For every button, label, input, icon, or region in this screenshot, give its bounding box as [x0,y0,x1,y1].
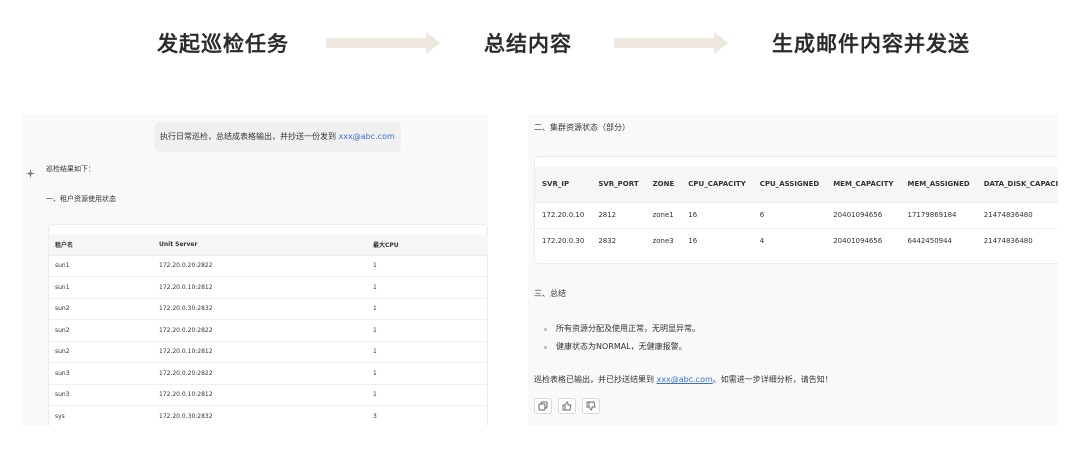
thumbs-down-icon [586,401,596,411]
copy-button[interactable] [534,398,552,414]
table-row: sys 172.20.0.30:2832 3 [49,405,488,426]
table-cell: 6442450944 [900,227,977,254]
table-header-row: SVR_IP SVR_PORT ZONE CPU_CAPACITY CPU_ASSIGN… [535,167,1058,202]
column-header: SVR_PORT [598,180,639,189]
copy-icon [538,401,548,411]
table-row: sun1 172.20.0.20:2822 1 [49,254,488,277]
table-cell: sun3 [49,362,153,384]
tenant-resource-table: 租户名 Unit Server 最大CPU sun1 172.20.0.20:28… [49,235,488,426]
table-cell: 1 [367,319,488,341]
table-cell: 20401094656 [826,201,901,228]
column-header: MEM_ASSIGNED [907,180,970,189]
column-header: MEM_CAPACITY [833,180,894,189]
list-item: 健康状态为NORMAL，无健康报警。 [542,338,700,356]
column-header: 最大CPU [373,242,399,250]
user-message-text: 执行日常巡检，总结成表格输出，并抄送一份发到 [160,132,339,141]
list-item: 所有资源分配及使用正常，无明显异常。 [542,320,700,338]
table-cell: 4 [752,227,827,254]
chat-panel-left: 执行日常巡检，总结成表格输出，并抄送一份发到 xxx@abc.com 巡检结果如… [22,114,488,426]
table-cell: 172.20.0.20:2822 [153,254,367,277]
table-cell: zone3 [645,227,682,254]
table-cell: 16 [681,201,753,228]
table-cell: 172.20.0.30:2832 [153,405,367,426]
table-row: 172.20.0.10 2812 zone1 16 6 20401094656 171798… [535,201,1058,228]
table-cell: sun2 [49,319,153,341]
table-cell: 1 [367,276,488,298]
closing-message: 巡检表格已输出，并已抄送结果到 xxx@abc.com。如需进一步详细分析，请告… [534,374,833,385]
table-cell: 21474836480 [976,227,1058,254]
column-header: SVR_IP [542,180,570,189]
column-header: Unit Server [159,241,198,249]
table-cell: 172.20.0.20:2822 [153,319,367,341]
table-row: sun1 172.20.0.10:2812 1 [49,276,488,298]
flow-arrow-icon [614,32,728,54]
section-title-cluster: 二、集群资源状态（部分） [534,123,630,132]
table-cell: 172.20.0.20:2822 [153,362,367,384]
section-title-tenant: 一、租户资源使用状态 [46,195,116,203]
result-intro: 巡检结果如下： [46,165,95,173]
table-cell: sun2 [49,297,153,320]
table-cell: 172.20.0.10:2812 [153,276,367,298]
table-cell: 16 [681,227,753,254]
column-header: 租户名 [55,242,74,250]
table-cell: 6 [752,201,827,228]
table-header-row: 租户名 Unit Server 最大CPU [49,235,488,255]
assistant-avatar-icon [26,169,35,181]
cluster-resource-table: SVR_IP SVR_PORT ZONE CPU_CAPACITY CPU_ASSIGN… [535,167,1058,254]
column-header: ZONE [652,180,675,189]
table-cell: sys [49,405,153,426]
thumbs-up-button[interactable] [558,398,576,414]
table-cell: 172.20.0.10 [535,201,592,228]
table-cell: zone1 [645,201,682,228]
table-cell: 2812 [591,201,646,228]
table-row: sun3 172.20.0.10:2812 1 [49,383,488,406]
table-cell: 172.20.0.30 [535,227,592,254]
flow-arrow-icon [326,32,440,54]
table-cell: sun3 [49,383,153,406]
table-cell: 1 [367,362,488,384]
table-cell: sun1 [49,254,153,277]
table-cell: sun1 [49,276,153,298]
tenant-table-card: 租户名 Unit Server 最大CPU sun1 172.20.0.20:28… [48,224,488,426]
column-header: CPU_CAPACITY [688,180,746,189]
table-row: sun2 172.20.0.20:2822 1 [49,319,488,341]
flow-step-summarize: 总结内容 [484,32,572,56]
column-header: CPU_ASSIGNED [759,180,820,189]
closing-text: 巡检表格已输出，并已抄送结果到 [534,375,657,384]
table-cell: 17179869184 [900,201,977,228]
user-message-email-link[interactable]: xxx@abc.com [339,132,395,141]
closing-suffix-text: 。如需进一步详细分析，请告知！ [712,375,833,384]
table-cell: 21474836480 [976,201,1058,228]
table-cell: 1 [367,297,488,320]
closing-email-link[interactable]: xxx@abc.com [657,375,713,384]
table-cell: 20401094656 [826,227,901,254]
cluster-table-card: SVR_IP SVR_PORT ZONE CPU_CAPACITY CPU_ASSIGN… [534,156,1058,264]
table-row: sun2 172.20.0.10:2812 1 [49,340,488,363]
table-cell: 172.20.0.10:2812 [153,340,367,363]
column-header: DATA_DISK_CAPACITY [983,180,1058,189]
table-cell: 1 [367,383,488,406]
table-cell: 1 [367,340,488,363]
thumbs-down-button[interactable] [582,398,600,414]
table-cell: 3 [367,405,488,426]
flow-step-start-inspection: 发起巡检任务 [157,32,289,56]
user-message-bubble: 执行日常巡检，总结成表格输出，并抄送一份发到 xxx@abc.com [154,122,401,152]
table-cell: 172.20.0.30:2832 [153,297,367,320]
thumbs-up-icon [562,401,572,411]
table-cell: 172.20.0.10:2812 [153,383,367,406]
chat-panel-right: 二、集群资源状态（部分） SVR_IP SVR_PORT ZONE CPU_CAPAC… [528,114,1058,426]
section-title-summary: 三、总结 [534,289,566,298]
summary-list: 所有资源分配及使用正常，无明显异常。 健康状态为NORMAL，无健康报警。 [542,320,700,356]
flow-step-generate-email: 生成邮件内容并发送 [772,32,970,56]
table-cell: 1 [367,254,488,277]
workflow-header: 发起巡检任务 总结内容 生成邮件内容并发送 [0,0,1080,90]
table-row: 172.20.0.30 2832 zone3 16 4 20401094656 644245… [535,227,1058,254]
table-cell: sun2 [49,340,153,363]
table-row: sun3 172.20.0.20:2822 1 [49,362,488,384]
table-cell: 2832 [591,227,646,254]
table-row: sun2 172.20.0.30:2832 1 [49,297,488,320]
